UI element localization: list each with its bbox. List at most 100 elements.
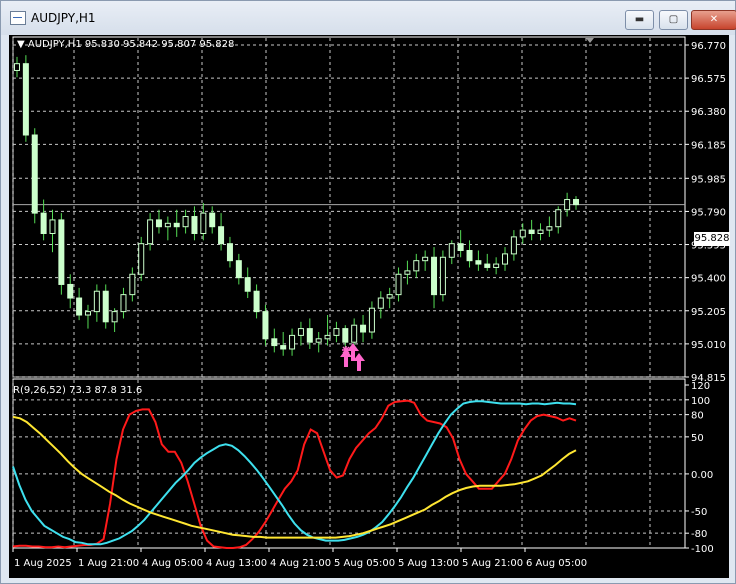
candle-body[interactable]	[76, 297, 83, 316]
candle-body[interactable]	[537, 229, 544, 235]
symbol-ohlc-label: AUDJPY,H1 95.830 95.842 95.807 95.828	[27, 39, 235, 50]
candle-body[interactable]	[173, 222, 180, 228]
main-chart-header: ▼ AUDJPY,H1 95.830 95.842 95.807 95.828	[17, 39, 234, 50]
candle-body[interactable]	[244, 277, 251, 292]
candle-body[interactable]	[138, 243, 145, 275]
shift-marker-icon[interactable]	[586, 38, 594, 43]
minimize-button[interactable]: ▬	[625, 10, 654, 30]
time-axis-label: 4 Aug 13:00	[206, 558, 267, 569]
candle-body[interactable]	[67, 283, 74, 299]
chart-window-icon	[10, 11, 26, 25]
candle-body[interactable]	[368, 307, 375, 333]
candle-body[interactable]	[475, 260, 482, 265]
candle-body[interactable]	[564, 199, 571, 211]
indicator-axis-label: -50	[691, 507, 707, 518]
candle-body[interactable]	[147, 219, 154, 245]
candle-body[interactable]	[306, 328, 313, 343]
candle-body[interactable]	[218, 226, 225, 245]
candle-body[interactable]	[360, 324, 367, 333]
candle-body[interactable]	[182, 216, 189, 228]
time-axis-label: 1 Aug 21:00	[78, 558, 139, 569]
candle-body[interactable]	[22, 63, 29, 136]
candle-body[interactable]	[289, 334, 296, 350]
indicator-header: R(9,26,52) 73.3 87.8 31.6	[13, 385, 143, 396]
candle-body[interactable]	[280, 345, 287, 350]
candle-body[interactable]	[315, 338, 322, 343]
candle-body[interactable]	[519, 229, 526, 238]
candle-body[interactable]	[333, 328, 340, 336]
chart-canvas[interactable]: 96.77096.57596.38096.18595.98595.79095.5…	[9, 35, 729, 578]
time-axis-label: 5 Aug 21:00	[462, 558, 523, 569]
candle-body[interactable]	[377, 297, 384, 309]
time-axis-label: 5 Aug 13:00	[398, 558, 459, 569]
candle-body[interactable]	[262, 311, 269, 340]
price-axis-label: 96.185	[691, 140, 726, 151]
candle-body[interactable]	[404, 270, 411, 275]
candle-body[interactable]	[271, 338, 278, 347]
close-button[interactable]: ✕	[691, 10, 736, 30]
candle-body[interactable]	[439, 256, 446, 296]
chart-area[interactable]: 96.770 96.575 96.380 96.185 95.985 95.790 95.5…	[9, 35, 730, 578]
price-axis-label: 95.790	[691, 207, 726, 218]
indicator-axis-label: -80	[691, 529, 707, 540]
indicator-axis-label: 0.00	[691, 470, 713, 481]
candle-body[interactable]	[235, 260, 242, 279]
candle-body[interactable]	[413, 260, 420, 272]
collapse-triangle-icon[interactable]: ▼	[17, 39, 25, 50]
price-axis-label: 95.205	[691, 307, 726, 318]
candle-body[interactable]	[555, 209, 562, 228]
candle-body[interactable]	[422, 256, 429, 262]
price-axis-label: 96.575	[691, 74, 726, 85]
candle-body[interactable]	[297, 328, 304, 336]
candle-body[interactable]	[457, 243, 464, 251]
candle-body[interactable]	[49, 219, 56, 235]
candle-body[interactable]	[102, 290, 109, 323]
price-axis-label: 95.985	[691, 174, 726, 185]
candle-body[interactable]	[502, 253, 509, 265]
candle-body[interactable]	[111, 311, 118, 323]
price-axis-label: 96.770	[691, 41, 726, 52]
window-title: AUDJPY,H1	[31, 11, 96, 25]
maximize-button[interactable]: ▢	[659, 10, 688, 30]
candle-body[interactable]	[209, 212, 216, 228]
candle-body[interactable]	[386, 294, 393, 299]
indicator-pane-frame	[12, 378, 686, 549]
signal-star-icon	[342, 346, 350, 354]
candle-body[interactable]	[200, 212, 207, 235]
time-axis-label: 6 Aug 05:00	[526, 558, 587, 569]
candle-body[interactable]	[324, 334, 331, 340]
candle-body[interactable]	[155, 219, 162, 228]
candle-body[interactable]	[493, 263, 500, 268]
candle-body[interactable]	[528, 229, 535, 235]
candle-body[interactable]	[191, 216, 198, 235]
indicator-axis-label: 50	[691, 433, 704, 444]
title-bar: AUDJPY,H1 ▬ ▢ ✕	[1, 1, 736, 35]
candle-body[interactable]	[164, 222, 171, 228]
candle-body[interactable]	[84, 311, 91, 316]
candle-body[interactable]	[129, 273, 136, 296]
candle-body[interactable]	[58, 219, 65, 285]
candle-body[interactable]	[448, 243, 455, 258]
time-axis-label: 4 Aug 21:00	[270, 558, 331, 569]
candle-body[interactable]	[120, 294, 127, 313]
candle-body[interactable]	[484, 263, 491, 268]
candle-body[interactable]	[573, 199, 579, 206]
indicator-line-26	[12, 400, 577, 546]
candle-body[interactable]	[31, 134, 38, 214]
candle-body[interactable]	[546, 226, 553, 231]
time-axis-label: 1 Aug 2025	[14, 558, 72, 569]
candle-body[interactable]	[342, 328, 349, 343]
candle-body[interactable]	[14, 63, 20, 71]
candle-body[interactable]	[253, 290, 260, 313]
price-axis-label: 96.380	[691, 107, 726, 118]
candle-body[interactable]	[351, 324, 358, 343]
candle-body[interactable]	[466, 249, 473, 262]
candle-body[interactable]	[40, 212, 47, 235]
candle-body[interactable]	[226, 243, 233, 262]
candle-body[interactable]	[93, 290, 100, 313]
candle-body[interactable]	[395, 273, 402, 296]
candle-body[interactable]	[510, 236, 517, 255]
candle-body[interactable]	[431, 256, 438, 296]
chart-window: AUDJPY,H1 ▬ ▢ ✕ 96.770 96.575 96.380 96.185…	[0, 0, 736, 584]
indicator-axis-label: 100	[691, 396, 710, 407]
